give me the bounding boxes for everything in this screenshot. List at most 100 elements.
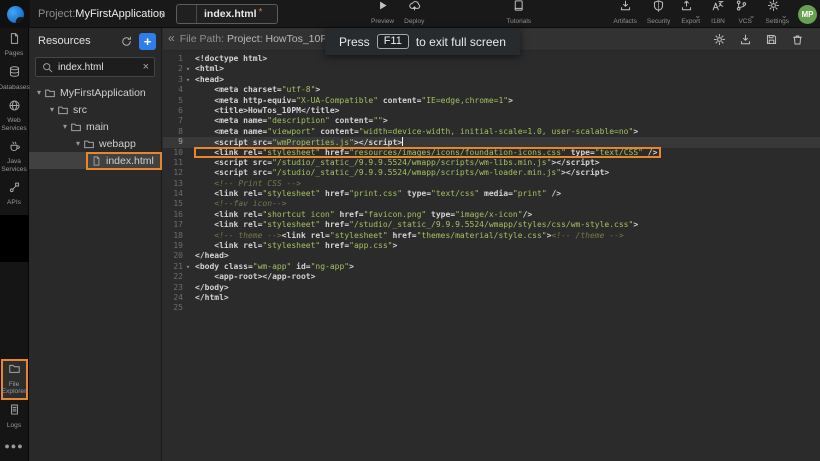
tree-item-src[interactable]: ▾src	[29, 101, 161, 118]
action-i18n[interactable]: I18N	[706, 0, 730, 28]
chevron-down-icon: ⌄	[694, 11, 701, 20]
sidebar-item-label: APIs	[7, 199, 21, 207]
code-line-21[interactable]: 21▾<body class="wm-app" id="ng-app">	[163, 262, 820, 272]
tree-item-webapp[interactable]: ▾webapp	[29, 135, 161, 152]
line-number: 1	[163, 54, 193, 64]
fold-arrow-icon[interactable]: ▾	[183, 64, 193, 74]
add-resource-button[interactable]: +	[139, 33, 156, 50]
sidebar-item-apis[interactable]: APIs	[0, 177, 28, 211]
action-deploy[interactable]: Deploy	[399, 0, 429, 28]
collapse-panel-icon[interactable]: «	[165, 31, 180, 47]
code-line-14[interactable]: 14 <link rel="stylesheet" href="print.cs…	[163, 189, 820, 199]
action-vcs[interactable]: ⌄VCS	[730, 0, 761, 28]
line-number: 7	[163, 116, 193, 126]
line-number: 24	[163, 293, 193, 303]
code-line-18[interactable]: 18 <!-- theme --><link rel="stylesheet" …	[163, 231, 820, 241]
refresh-icon[interactable]	[118, 33, 135, 50]
code-line-13[interactable]: 13 <!-- Print CSS -->	[163, 179, 820, 189]
action-artifacts[interactable]: Artifacts	[608, 0, 641, 28]
gear-button[interactable]	[713, 33, 726, 46]
code-line-19[interactable]: 19 <link rel="stylesheet" href="app.css"…	[163, 241, 820, 251]
search-input[interactable]	[54, 62, 143, 73]
line-number: 15	[163, 199, 193, 209]
code-line-11[interactable]: 11 <script src="/studio/_static_/9.9.9.5…	[163, 158, 820, 168]
sidebar-item-java-services[interactable]: Java Services	[0, 136, 28, 177]
code-line-10[interactable]: 10 <link rel="stylesheet" href="resource…	[163, 148, 820, 158]
file-path-label: File Path:	[180, 33, 224, 45]
tree-item-label: MyFirstApplication	[60, 87, 146, 99]
play-icon	[376, 0, 389, 17]
tree-item-myfirstapplication[interactable]: ▾ MyFirstApplication	[29, 84, 161, 101]
sidebar-more-button[interactable]: ●●●	[4, 433, 23, 461]
code-line-8[interactable]: 8 <meta name="viewport" content="width=d…	[163, 127, 820, 137]
trash-button[interactable]	[791, 33, 804, 46]
expand-arrow-icon[interactable]: ▾	[34, 88, 44, 97]
search-icon	[41, 61, 54, 74]
line-number: 4	[163, 85, 193, 95]
code-line-12[interactable]: 12 <script src="/studio/_static_/9.9.9.5…	[163, 168, 820, 178]
code-line-20[interactable]: 20</head>	[163, 251, 820, 261]
expand-arrow-icon[interactable]: ▾	[60, 122, 70, 131]
code-text: </html>	[193, 293, 229, 303]
action-tutorials[interactable]: Tutorials	[501, 0, 536, 28]
code-line-16[interactable]: 16 <link rel="shortcut icon" href="favic…	[163, 210, 820, 220]
sidebar-item-label: Databases	[0, 84, 30, 92]
line-number: 21▾	[163, 262, 193, 272]
code-line-25[interactable]: 25	[163, 303, 820, 313]
action-security[interactable]: Security	[642, 0, 675, 28]
code-text: <link rel="stylesheet" href="app.css">	[193, 241, 397, 251]
sidebar-item-web-services[interactable]: Web Services	[0, 95, 28, 136]
code-text: <!-- theme --><link rel="stylesheet" hre…	[193, 231, 624, 241]
code-text: <title>HowTos_10PM</title>	[193, 106, 340, 116]
code-text: <body class="wm-app" id="ng-app">	[193, 262, 354, 272]
code-line-9[interactable]: 9 <script src="wmProperties.js"></script…	[163, 137, 820, 147]
code-line-24[interactable]: 24</html>	[163, 293, 820, 303]
line-number: 5	[163, 96, 193, 106]
code-line-6[interactable]: 6 <title>HowTos_10PM</title>	[163, 106, 820, 116]
tree-item-main[interactable]: ▾main	[29, 118, 161, 135]
code-line-7[interactable]: 7 <meta name="description" content="">	[163, 116, 820, 126]
code-line-15[interactable]: 15 <!--fav icon-->	[163, 199, 820, 209]
download-tray-button[interactable]	[739, 33, 752, 46]
code-text: <link rel="stylesheet" href="/studio/_st…	[193, 220, 638, 230]
breadcrumb-chevron-icon: ›	[160, 0, 164, 28]
code-editor[interactable]: 1<!doctype html>2▾<html>3▾<head>4 <meta …	[163, 51, 820, 314]
code-line-4[interactable]: 4 <meta charset="utf-8">	[163, 85, 820, 95]
annotation-box: <link rel="stylesheet" href="resources/i…	[195, 148, 660, 157]
user-avatar[interactable]: MP	[798, 5, 817, 24]
code-text: <link rel="shortcut icon" href="favicon.…	[193, 210, 532, 220]
sidebar-empty-block	[0, 215, 29, 262]
code-text: <!-- Print CSS -->	[193, 179, 301, 189]
clear-search-icon[interactable]: ×	[143, 61, 149, 73]
line-number: 25	[163, 303, 193, 313]
sidebar-item-file-explorer[interactable]: File Explorer	[1, 359, 28, 400]
tree-item-index-html[interactable]: index.html	[29, 152, 161, 169]
sidebar-item-databases[interactable]: Databases	[0, 62, 28, 96]
line-number: 23	[163, 283, 193, 293]
fold-arrow-icon[interactable]: ▾	[183, 262, 193, 272]
project-breadcrumb[interactable]: Project:MyFirstApplication	[38, 0, 165, 28]
action-preview[interactable]: Preview	[366, 0, 399, 28]
tab-index-html[interactable]: index.html *	[176, 4, 278, 24]
code-text: <meta http-equiv="X-UA-Compatible" conte…	[193, 96, 513, 106]
code-line-3[interactable]: 3▾<head>	[163, 75, 820, 85]
action-export[interactable]: ⌄Export	[675, 0, 706, 28]
code-line-2[interactable]: 2▾<html>	[163, 64, 820, 74]
save-button[interactable]	[765, 33, 778, 46]
code-line-22[interactable]: 22 <app-root></app-root>	[163, 272, 820, 282]
page-icon	[8, 32, 21, 50]
fold-arrow-icon[interactable]: ▾	[183, 75, 193, 85]
code-line-17[interactable]: 17 <link rel="stylesheet" href="/studio/…	[163, 220, 820, 230]
action-settings[interactable]: ⌄Settings	[761, 0, 795, 28]
code-line-23[interactable]: 23</body>	[163, 283, 820, 293]
expand-arrow-icon[interactable]: ▾	[47, 105, 57, 114]
code-line-1[interactable]: 1<!doctype html>	[163, 54, 820, 64]
line-number: 8	[163, 127, 193, 137]
code-line-5[interactable]: 5 <meta http-equiv="X-UA-Compatible" con…	[163, 96, 820, 106]
app-logo[interactable]	[0, 0, 30, 28]
expand-arrow-icon[interactable]: ▾	[73, 139, 83, 148]
folder-small-icon	[57, 104, 69, 116]
resources-title: Resources	[38, 35, 118, 47]
sidebar-item-logs[interactable]: Logs	[0, 400, 28, 434]
sidebar-item-pages[interactable]: Pages	[0, 28, 28, 62]
